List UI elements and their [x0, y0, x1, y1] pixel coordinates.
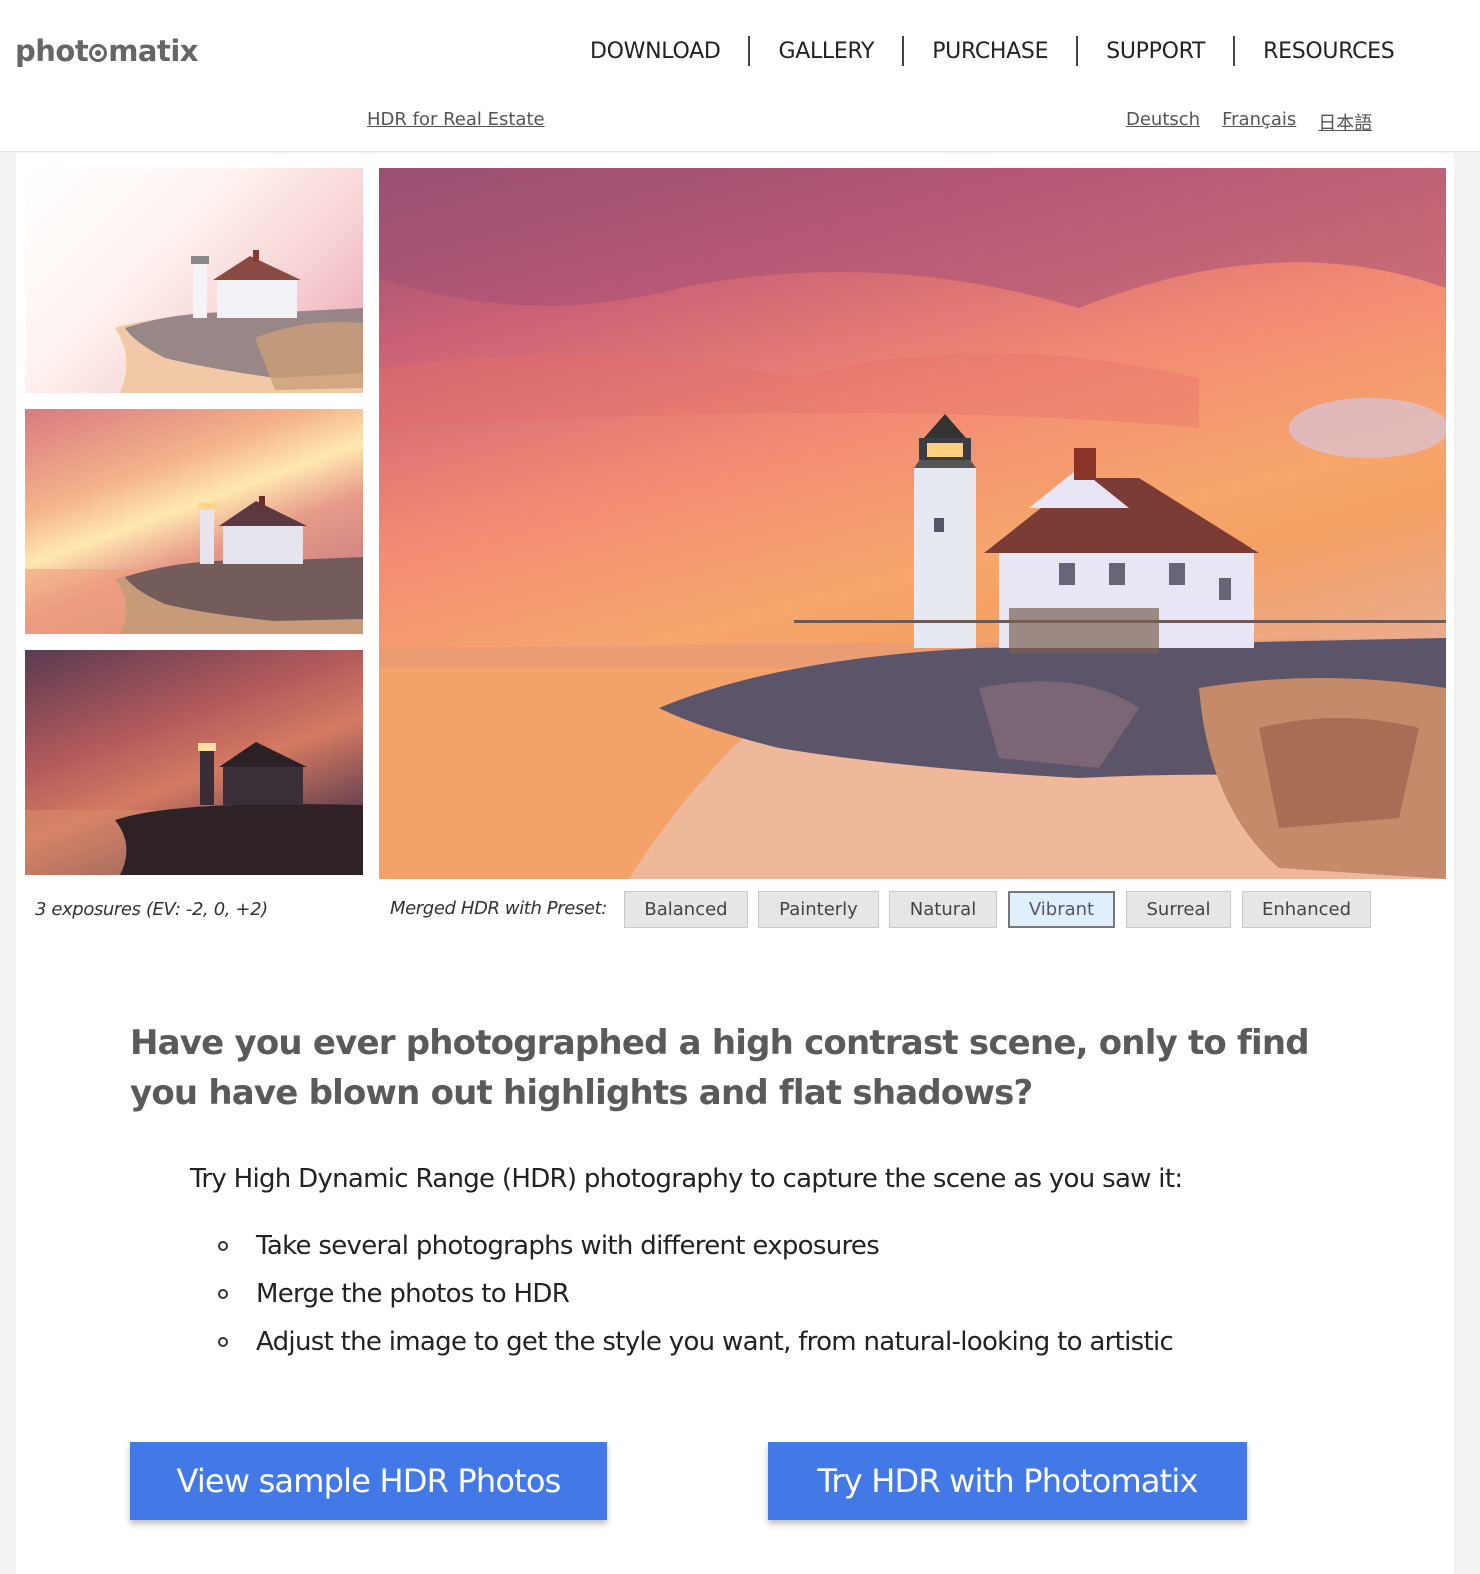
preset-enhanced-button[interactable]: Enhanced: [1242, 891, 1371, 928]
lighthouse-scene-dark: [25, 742, 363, 875]
steps-list: Take several photographs with different …: [218, 1222, 1174, 1366]
preset-caption: Merged HDR with Preset:: [390, 898, 607, 919]
exposures-caption: 3 exposures (EV: -2, 0, +2): [35, 899, 268, 920]
lighthouse-scene-bright: [115, 250, 363, 393]
nav-divider: [902, 36, 905, 66]
nav-divider: [1076, 36, 1079, 66]
merged-hdr-photo: [379, 168, 1446, 879]
try-photomatix-button[interactable]: Try HDR with Photomatix: [768, 1442, 1247, 1520]
page-headline: Have you ever photographed a high contra…: [130, 1023, 1310, 1113]
lighthouse-scene-normal: [25, 496, 363, 634]
photomatix-logo[interactable]: phot matix: [15, 34, 198, 68]
preset-natural-button[interactable]: Natural: [889, 891, 997, 928]
bullet-circle-icon: [218, 1337, 228, 1347]
site-header: phot matix DOWNLOAD GALLERY PURCHASE SUPP…: [0, 0, 1480, 152]
bullet-circle-icon: [218, 1289, 228, 1299]
preset-painterly-button[interactable]: Painterly: [758, 891, 879, 928]
language-switcher: Deutsch Français 日本語: [1126, 109, 1372, 135]
nav-divider: [1233, 36, 1236, 66]
nav-download[interactable]: DOWNLOAD: [578, 39, 732, 64]
list-item: Adjust the image to get the style you wa…: [218, 1318, 1174, 1366]
list-item: Take several photographs with different …: [218, 1222, 1173, 1270]
preset-surreal-button[interactable]: Surreal: [1126, 891, 1231, 928]
bullet-circle-icon: [218, 1241, 228, 1251]
lang-deutsch[interactable]: Deutsch: [1126, 109, 1200, 135]
nav-divider: [748, 36, 751, 66]
main-nav: DOWNLOAD GALLERY PURCHASE SUPPORT RESOUR…: [578, 36, 1406, 66]
list-item: Merge the photos to HDR: [218, 1270, 1173, 1318]
preset-vibrant-button[interactable]: Vibrant: [1008, 891, 1115, 928]
lang-japanese[interactable]: 日本語: [1318, 109, 1372, 135]
intro-text: Try High Dynamic Range (HDR) photography…: [190, 1164, 1183, 1194]
exposure-thumb-bright: [25, 168, 363, 393]
nav-resources[interactable]: RESOURCES: [1251, 39, 1406, 64]
exposure-thumb-normal: [25, 409, 363, 634]
exposure-thumb-dark: [25, 650, 363, 875]
nav-support[interactable]: SUPPORT: [1094, 39, 1217, 64]
preset-balanced-button[interactable]: Balanced: [624, 891, 748, 928]
nav-gallery[interactable]: GALLERY: [766, 39, 886, 64]
view-sample-photos-button[interactable]: View sample HDR Photos: [130, 1442, 607, 1520]
hdr-real-estate-link[interactable]: HDR for Real Estate: [367, 109, 545, 130]
lighthouse-scene-hdr: [379, 168, 1446, 879]
nav-purchase[interactable]: PURCHASE: [920, 39, 1060, 64]
logo-lens-icon: [89, 44, 108, 62]
lang-francais[interactable]: Français: [1222, 109, 1296, 135]
